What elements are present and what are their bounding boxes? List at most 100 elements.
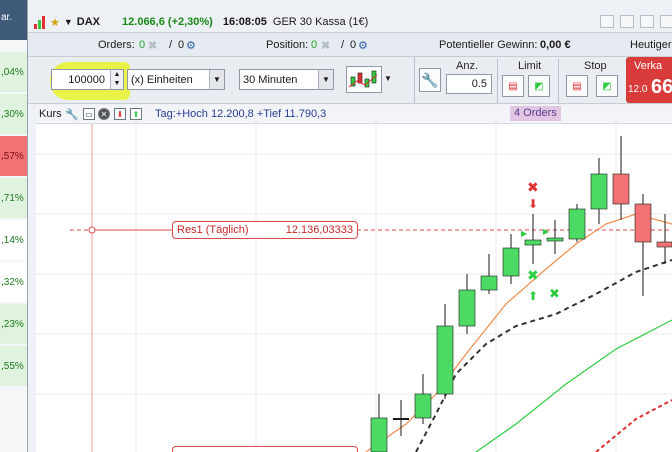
sell-button[interactable]: Verka 12.0 66 bbox=[626, 57, 672, 103]
watchlist-row[interactable]: ,23% bbox=[0, 304, 27, 344]
toolbar-divider bbox=[497, 59, 498, 103]
watchlist-row[interactable]: ,55% bbox=[0, 346, 27, 386]
buy-marker-icon[interactable]: ⬆ bbox=[528, 289, 538, 303]
potential-gain-value: 0,00 € bbox=[540, 39, 571, 51]
position-count-secondary: 0 bbox=[350, 39, 357, 51]
signal-bars-icon bbox=[34, 15, 46, 29]
cancel-order-icon[interactable]: ✖ bbox=[527, 268, 539, 284]
instrument-symbol[interactable]: DAX bbox=[77, 16, 100, 28]
watchlist-header: ar. bbox=[0, 0, 27, 40]
interval-select[interactable]: 30 Minuten ▼ bbox=[239, 69, 334, 90]
anz-input[interactable]: 0.5 bbox=[446, 74, 492, 94]
chart-type-button[interactable] bbox=[346, 66, 382, 93]
position-count: 0 bbox=[311, 39, 318, 51]
buy-arrow-icon[interactable]: ⬆ bbox=[130, 108, 142, 120]
unit-select-value: (x) Einheiten bbox=[131, 73, 193, 86]
anz-value: 0.5 bbox=[471, 78, 487, 90]
potential-gain-label: Potentieller Gewinn: bbox=[439, 39, 538, 51]
watchlist-change: ,14% bbox=[1, 234, 24, 246]
watchlist-change: ,32% bbox=[1, 276, 24, 288]
window-button-icon[interactable] bbox=[620, 15, 634, 28]
quote-time: 16:08:05 bbox=[222, 16, 267, 28]
watchlist-row[interactable]: ,14% bbox=[0, 220, 27, 260]
watchlist-change: ,30% bbox=[1, 108, 24, 120]
wrench-icon[interactable]: 🔧 bbox=[65, 108, 79, 121]
instrument-price: 12.066,6 (+2,30%) bbox=[122, 16, 213, 28]
daily-high-low: Tag:+Hoch 12.200,8 +Tief 11.790,3 bbox=[155, 108, 327, 120]
watchlist-row[interactable]: ,57% bbox=[0, 136, 27, 176]
moving-average-dashed bbox=[415, 259, 672, 452]
price-pane-label: Kurs bbox=[39, 108, 62, 120]
gridlines bbox=[36, 124, 672, 452]
instrument-title-bar: ★ ▼ DAX 12.066,6 (+2,30%) 16:08:05 GER 3… bbox=[28, 12, 672, 33]
trading-window: ar. ,04% ,30% ,57% ,71% ,14% ,32% ,23% ,… bbox=[0, 0, 672, 452]
sell-label: Verka bbox=[634, 60, 663, 72]
chart-type-icon bbox=[348, 70, 378, 88]
position-settings-icon[interactable]: ⚙ bbox=[358, 39, 368, 52]
quantity-input[interactable]: 100000 ▲ ▼ bbox=[51, 69, 124, 90]
limit-buy-icon[interactable]: ▤ bbox=[502, 75, 524, 97]
orders-count: 0 bbox=[139, 39, 146, 51]
position-separator: / bbox=[341, 39, 345, 51]
instrument-name: GER 30 Kassa (1€) bbox=[272, 16, 369, 28]
price-chart[interactable]: ✖ ⬇ ✖ ⬆ ✖ ▶ ▶ Res1 (Täglich) 12.136,0333… bbox=[36, 124, 672, 452]
watchlist-row[interactable]: ,30% bbox=[0, 94, 27, 134]
watchlist-sidebar: ar. ,04% ,30% ,57% ,71% ,14% ,32% ,23% ,… bbox=[0, 0, 28, 452]
candlesticks[interactable] bbox=[370, 136, 672, 452]
quantity-stepper[interactable]: ▲ ▼ bbox=[110, 70, 123, 89]
orders-badge[interactable]: 4 Orders bbox=[510, 106, 561, 121]
window-icon[interactable]: ▭ bbox=[83, 108, 95, 120]
toolbar-divider bbox=[558, 59, 559, 103]
unit-select[interactable]: (x) Einheiten ▼ bbox=[127, 69, 225, 90]
watchlist-row[interactable]: ,04% bbox=[0, 52, 27, 92]
orders-separator: / bbox=[169, 39, 173, 51]
watchlist-row[interactable]: ,71% bbox=[0, 178, 27, 218]
instrument-dropdown-icon[interactable]: ▼ bbox=[64, 17, 73, 27]
order-arrow-icon[interactable]: ▶ bbox=[521, 229, 528, 238]
today-label: Heutiger bbox=[630, 39, 672, 51]
moving-average-green bbox=[475, 319, 672, 452]
window-button-icon[interactable] bbox=[660, 15, 672, 28]
close-position-icon[interactable]: ✖ bbox=[321, 39, 330, 52]
resistance-value: 12.136,03333 bbox=[285, 224, 353, 236]
chevron-down-icon[interactable]: ▼ bbox=[209, 70, 224, 89]
limit-edit-icon[interactable]: ◩ bbox=[528, 75, 550, 97]
order-toolbar: 100000 ▲ ▼ (x) Einheiten ▼ 30 Minuten ▼ ▼… bbox=[28, 57, 672, 104]
orders-count-secondary: 0 bbox=[178, 39, 185, 51]
watchlist-row[interactable]: ,32% bbox=[0, 262, 27, 302]
moving-average-red-dashed bbox=[595, 399, 672, 452]
crosshair-marker bbox=[88, 226, 96, 234]
chart-canvas: ✖ ⬇ ✖ ⬆ ✖ ▶ ▶ bbox=[36, 124, 672, 452]
stop-edit-icon[interactable]: ◩ bbox=[596, 75, 618, 97]
limit-label: Limit bbox=[518, 60, 542, 72]
favorite-star-icon[interactable]: ★ bbox=[50, 16, 60, 29]
resistance-name: Res1 (Täglich) bbox=[177, 224, 249, 236]
orders-settings-icon[interactable]: ⚙ bbox=[186, 39, 196, 52]
sell-marker-icon[interactable]: ⬇ bbox=[528, 197, 538, 211]
watchlist-change: ,57% bbox=[1, 150, 24, 162]
cancel-order-icon[interactable]: ✖ bbox=[527, 180, 539, 196]
quantity-value: 100000 bbox=[68, 73, 105, 86]
chevron-down-icon[interactable]: ▼ bbox=[318, 70, 333, 89]
cancel-orders-icon[interactable]: ✖ bbox=[148, 39, 157, 52]
order-arrow-icon[interactable]: ▶ bbox=[543, 227, 550, 236]
anz-label: Anz. bbox=[456, 60, 479, 72]
orders-label: Orders: bbox=[98, 39, 135, 51]
watchlist-change: ,23% bbox=[1, 318, 24, 330]
toolbar-divider bbox=[414, 57, 415, 103]
wrench-icon[interactable]: 🔧 bbox=[419, 68, 441, 92]
sell-arrow-icon[interactable]: ⬇ bbox=[114, 108, 126, 120]
window-button-icon[interactable] bbox=[600, 15, 614, 28]
sell-price-big: 66 bbox=[651, 76, 672, 98]
position-label: Position: bbox=[266, 39, 309, 51]
stop-sell-icon[interactable]: ▤ bbox=[566, 75, 588, 97]
cancel-order-icon[interactable]: ✖ bbox=[549, 287, 560, 302]
window-button-icon[interactable] bbox=[640, 15, 654, 28]
close-icon[interactable]: ✕ bbox=[98, 108, 110, 120]
resistance-label[interactable]: Res1 (Täglich) 12.136,03333 bbox=[172, 221, 358, 239]
chart-header: Kurs 🔧 ▭ ✕ ⬇ ⬆ Tag:+Hoch 12.200,8 +Tief … bbox=[36, 105, 672, 124]
interval-select-value: 30 Minuten bbox=[243, 73, 298, 86]
level-label[interactable] bbox=[172, 446, 358, 452]
stop-label: Stop bbox=[584, 60, 607, 72]
chart-type-dropdown-icon[interactable]: ▼ bbox=[384, 74, 392, 83]
